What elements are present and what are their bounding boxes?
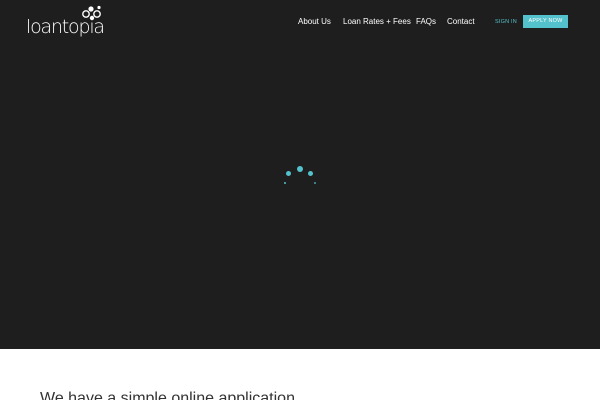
spinner-dot (297, 166, 303, 172)
spinner-dot (314, 182, 316, 184)
logo[interactable]: loantopia (26, 5, 106, 41)
spinner-dot (284, 182, 286, 184)
sign-in-link[interactable]: SIGN IN (495, 16, 517, 28)
spinner-dot (286, 171, 291, 176)
nav-faqs[interactable]: FAQs (416, 16, 436, 28)
intro-heading: We have a simple online application (40, 390, 295, 400)
site-header: loantopia About Us Loan Rates + Fees FAQ… (0, 0, 600, 45)
loading-spinner-icon (280, 163, 320, 187)
nav-loan-rates-fees[interactable]: Loan Rates + Fees (343, 16, 411, 28)
nav-about-us[interactable]: About Us (298, 16, 331, 28)
spinner-dot (308, 171, 313, 176)
apply-now-button[interactable]: APPLY NOW (523, 15, 568, 28)
hero-section: loantopia About Us Loan Rates + Fees FAQ… (0, 0, 600, 349)
bubbles-icon (82, 5, 101, 21)
nav-contact[interactable]: Contact (447, 16, 475, 28)
